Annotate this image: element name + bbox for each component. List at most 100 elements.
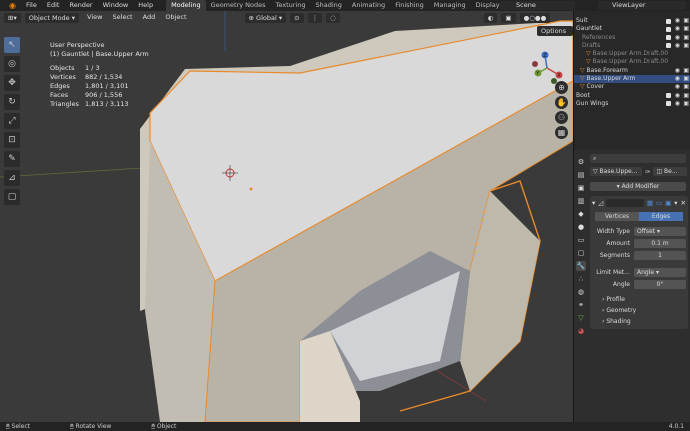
outliner-row-selected[interactable]: ▽ Base.Upper Arm ◉ ▣ bbox=[574, 75, 690, 84]
pan-hand-icon[interactable]: ✋ bbox=[555, 96, 568, 109]
outliner-row[interactable]: ▽ Cover ◉ ▣ bbox=[574, 83, 690, 91]
tab-managing[interactable]: Managing bbox=[429, 0, 471, 11]
scene-selector[interactable]: Scene bbox=[500, 1, 575, 10]
scale-tool-icon[interactable]: ⤢ bbox=[4, 113, 20, 129]
shading-subpanel[interactable]: › Shading bbox=[592, 316, 686, 327]
pin-icon[interactable]: ✑ bbox=[645, 168, 650, 176]
view-name: User Perspective bbox=[50, 41, 105, 49]
outliner-row[interactable]: Gun Wings ◉ ▣ bbox=[574, 100, 690, 108]
tool-tab-icon[interactable]: ⚙ bbox=[576, 157, 586, 167]
tab-shading[interactable]: Shading bbox=[310, 0, 346, 11]
view-layer-selector[interactable]: ViewLayer bbox=[598, 1, 686, 10]
outliner-row[interactable]: References ◉ ▣ bbox=[574, 34, 690, 42]
menu-view[interactable]: View bbox=[83, 13, 106, 21]
ortho-grid-icon[interactable]: ▦ bbox=[555, 126, 568, 139]
outliner-row[interactable]: Suit ◉ ▣ bbox=[574, 17, 690, 25]
options-button[interactable]: Options ▾ bbox=[537, 26, 573, 45]
add-modifier-button[interactable]: ▾ Add Modifier bbox=[590, 182, 686, 191]
select-box-tool-icon[interactable]: ↖ bbox=[4, 37, 20, 53]
outliner: Suit ◉ ▣ Gauntlet ◉ ▣ References ◉ ▣ Drafts ◉ ▣ … bbox=[574, 11, 690, 149]
transform-orientation[interactable]: ⊕ Global ▾ bbox=[244, 12, 287, 23]
tab-geometry-nodes[interactable]: Geometry Nodes bbox=[206, 0, 271, 11]
outliner-row[interactable]: ▽ Base.Upper Arm.Draft.00 bbox=[574, 50, 690, 58]
profile-subpanel[interactable]: › Profile bbox=[592, 294, 686, 305]
tab-texturing[interactable]: Texturing bbox=[270, 0, 310, 11]
data-tab-icon[interactable]: ▽ bbox=[576, 313, 586, 323]
width-type-select[interactable]: Offset ▾ bbox=[634, 226, 686, 236]
object-name-row: ▽ Base.Uppe... ✑ ◫ Be... bbox=[590, 167, 690, 176]
mode-selector[interactable]: Object Mode ▾ bbox=[24, 12, 80, 23]
zoom-icon[interactable]: ⊕ bbox=[555, 81, 568, 94]
modifier-name-input[interactable] bbox=[606, 199, 644, 207]
annotate-tool-icon[interactable]: ✎ bbox=[4, 151, 20, 167]
outliner-row[interactable]: ▽ Base.Forearm ◉ ▣ bbox=[574, 67, 690, 75]
menu-help[interactable]: Help bbox=[133, 0, 158, 11]
menu-object[interactable]: Object bbox=[161, 13, 190, 21]
physics-tab-icon[interactable]: ◍ bbox=[576, 287, 586, 297]
constraints-tab-icon[interactable]: ⚭ bbox=[576, 300, 586, 310]
tab-modeling[interactable]: Modeling bbox=[166, 0, 206, 11]
transform-tool-icon[interactable]: ⊡ bbox=[4, 132, 20, 148]
outliner-row[interactable]: Boot ◉ ▣ bbox=[574, 92, 690, 100]
xray-icon[interactable]: ▣ bbox=[501, 12, 516, 23]
outliner-row[interactable]: Drafts ◉ ▣ bbox=[574, 42, 690, 50]
3d-viewport[interactable]: ⊞▾ Object Mode ▾ View Select Add Object … bbox=[0, 11, 573, 422]
affect-vertices-button[interactable]: Vertices bbox=[595, 212, 639, 221]
overlays-icon[interactable]: ◐ bbox=[483, 12, 498, 23]
workspace-tabs: Modeling Geometry Nodes Texturing Shadin… bbox=[166, 0, 515, 11]
viewport-menus: View Select Add Object bbox=[83, 11, 191, 24]
menu-file[interactable]: File bbox=[21, 0, 42, 11]
world-tab-icon[interactable]: ● bbox=[576, 222, 586, 232]
blender-logo-icon[interactable]: ◉ bbox=[4, 0, 21, 11]
geometry-subpanel[interactable]: › Geometry bbox=[592, 305, 686, 316]
menu-edit[interactable]: Edit bbox=[42, 0, 65, 11]
tab-animating[interactable]: Animating bbox=[347, 0, 390, 11]
collection-tab-icon[interactable]: ▭ bbox=[576, 235, 586, 245]
amount-field[interactable]: 0.1 m bbox=[634, 238, 686, 248]
object-tab-icon[interactable]: ▢ bbox=[576, 248, 586, 258]
particles-tab-icon[interactable]: ∴ bbox=[576, 274, 586, 284]
properties-search[interactable]: ⌕ bbox=[590, 154, 686, 163]
move-tool-icon[interactable]: ✥ bbox=[4, 75, 20, 91]
editor-type-button[interactable]: ⊞▾ bbox=[4, 12, 21, 23]
affect-edges-button[interactable]: Edges bbox=[639, 212, 683, 221]
camera-icon: ▣ bbox=[683, 17, 689, 24]
status-object: 🖱 Object bbox=[151, 422, 177, 430]
outliner-row[interactable]: Gauntlet ◉ ▣ bbox=[574, 25, 690, 33]
collapse-chevron-icon[interactable]: ▾ bbox=[592, 199, 595, 207]
tab-finishing[interactable]: Finishing bbox=[390, 0, 429, 11]
dropdown-chevron-icon[interactable]: ▾ bbox=[674, 199, 677, 207]
scene-tab-icon[interactable]: ◆ bbox=[576, 209, 586, 219]
limit-method-select[interactable]: Angle ▾ bbox=[634, 267, 686, 277]
render-tab-icon[interactable]: ▤ bbox=[576, 170, 586, 180]
shading-modes-icon[interactable]: ●○●● bbox=[519, 12, 551, 23]
output-tab-icon[interactable]: ▣ bbox=[576, 183, 586, 193]
segments-field[interactable]: 1 bbox=[634, 250, 686, 260]
realtime-toggle-icon[interactable]: ▭ bbox=[656, 199, 662, 207]
view-layer-tab-icon[interactable]: ▥ bbox=[576, 196, 586, 206]
checkbox-icon bbox=[666, 43, 671, 49]
outliner-row[interactable]: ▽ Base.Upper Arm.Draft.00 bbox=[574, 58, 690, 66]
menu-render[interactable]: Render bbox=[64, 0, 97, 11]
menu-add[interactable]: Add bbox=[139, 13, 160, 21]
angle-field[interactable]: 0° bbox=[634, 279, 686, 289]
snap-icon[interactable]: ⋮ bbox=[307, 12, 323, 23]
menu-window[interactable]: Window bbox=[98, 0, 134, 11]
object-origin bbox=[249, 187, 253, 191]
close-icon[interactable]: ✕ bbox=[681, 199, 686, 207]
cursor-tool-icon[interactable]: ◎ bbox=[4, 56, 20, 72]
modifier-tab-icon[interactable]: 🔧 bbox=[576, 261, 586, 271]
proportional-edit-icon[interactable]: ◌ bbox=[326, 12, 340, 23]
pivot-point-icon[interactable]: ⊙ bbox=[290, 12, 304, 23]
camera-view-icon[interactable]: ⚇ bbox=[555, 111, 568, 124]
edit-mode-toggle-icon[interactable]: ▦ bbox=[647, 199, 653, 207]
measure-tool-icon[interactable]: ⊿ bbox=[4, 170, 20, 186]
rotate-tool-icon[interactable]: ↻ bbox=[4, 94, 20, 110]
object-name-field[interactable]: ▽ Base.Uppe... bbox=[590, 167, 642, 176]
add-cube-tool-icon[interactable]: ▢ bbox=[4, 189, 20, 205]
view-layer-label: ViewLayer bbox=[612, 1, 646, 9]
menu-select[interactable]: Select bbox=[109, 13, 137, 21]
modifier-name-field[interactable]: ◫ Be... bbox=[653, 167, 688, 176]
render-toggle-icon[interactable]: ▣ bbox=[665, 199, 671, 207]
material-tab-icon[interactable]: ◕ bbox=[576, 326, 586, 336]
